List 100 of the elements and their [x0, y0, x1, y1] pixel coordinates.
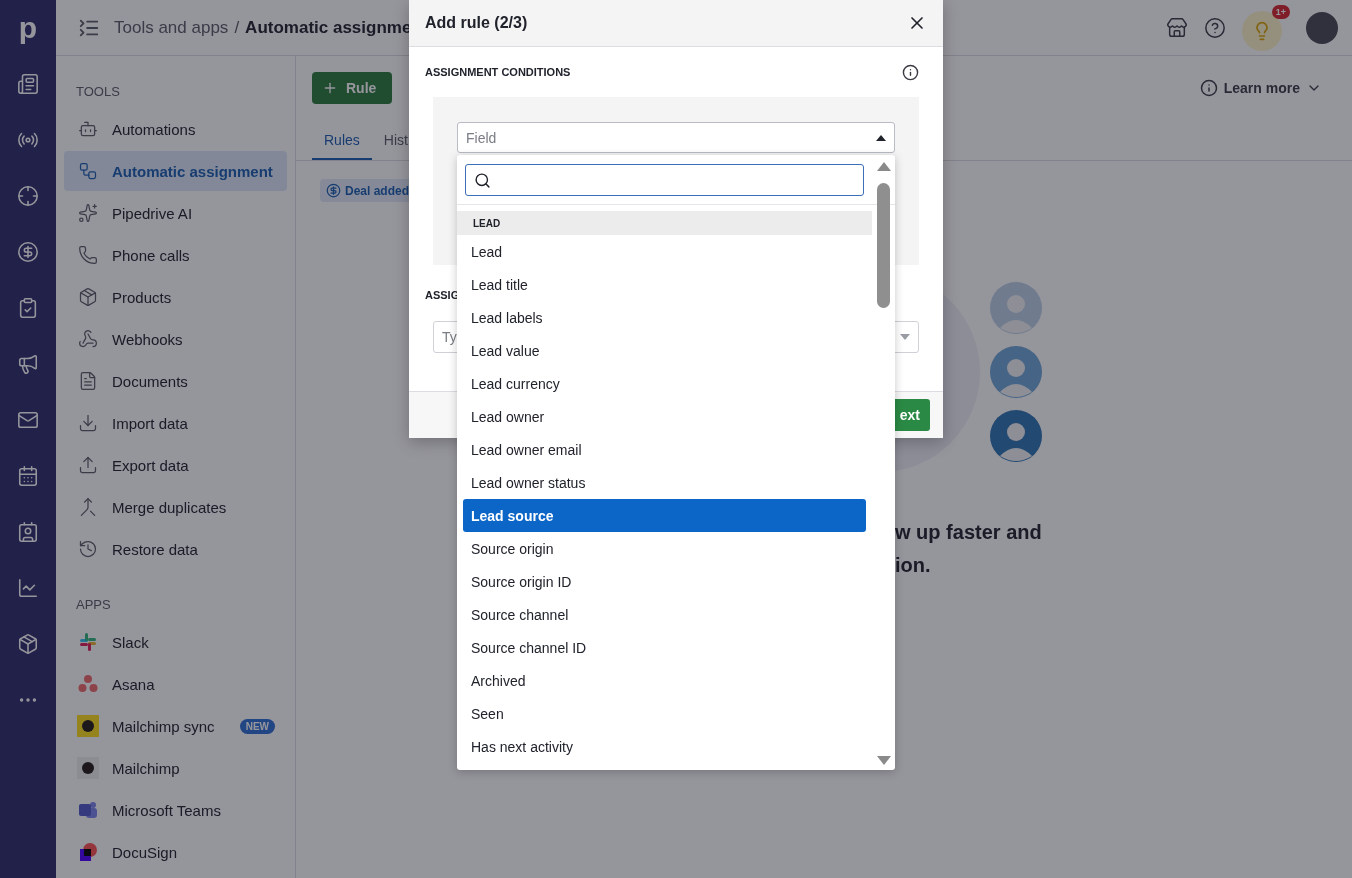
box-icon — [78, 287, 98, 307]
breadcrumb-separator: / — [234, 17, 240, 38]
hash-logo-icon — [77, 631, 99, 653]
page-title: Automatic assignme — [245, 17, 412, 38]
robot-icon — [78, 119, 98, 139]
headline-text: w up faster and — [895, 520, 1043, 545]
section-heading: TOOLS — [75, 83, 121, 101]
calendar-icon[interactable] — [17, 465, 39, 487]
dropdown-option[interactable]: Lead labels — [463, 301, 866, 334]
teams-logo-icon — [77, 799, 99, 821]
document-icon — [78, 371, 98, 391]
dropdown-option[interactable]: Lead owner — [463, 400, 866, 433]
dialog-title: Add rule (2/3) — [425, 14, 528, 32]
dropdown-option[interactable]: Lead source — [463, 499, 866, 532]
learn-more-button[interactable]: Learn more — [1193, 78, 1328, 98]
dropdown-option[interactable]: Lead owner email — [463, 433, 866, 466]
app-logo[interactable]: p — [18, 0, 38, 56]
new-badge: NEW — [239, 718, 275, 734]
info-icon — [1199, 79, 1218, 97]
dropdown-option[interactable]: Seen — [463, 697, 866, 730]
tab[interactable]: Rules — [312, 124, 372, 160]
scroll-up-icon[interactable] — [877, 162, 891, 171]
store-icon[interactable] — [1166, 16, 1188, 39]
dropdown-option[interactable]: Lead title — [463, 268, 866, 301]
sidebar-item[interactable]: Webhooks — [64, 319, 287, 359]
sidebar-label: Mailchimp — [112, 759, 180, 777]
sparkles-icon — [78, 203, 98, 223]
docusign-logo-icon — [77, 841, 99, 863]
webhook-icon — [78, 329, 98, 349]
dropdown-option[interactable]: Source channel — [463, 598, 866, 631]
leads-icon[interactable] — [17, 73, 39, 95]
person-avatar-drawing — [990, 282, 1042, 334]
sidebar-item[interactable]: Mailchimp — [64, 748, 287, 788]
scroll-down-icon[interactable] — [877, 756, 891, 765]
mail-icon[interactable] — [17, 409, 39, 431]
notification-badge: 1+ — [1271, 4, 1290, 19]
sidebar-item[interactable]: Microsoft Teams — [64, 790, 287, 830]
dropdown-option[interactable]: Source origin — [463, 532, 866, 565]
chip-label: Deal added — [345, 183, 410, 198]
sidebar-label: Slack — [112, 633, 149, 651]
add-rule-button[interactable]: Rule — [312, 72, 393, 104]
person-avatar-drawing — [990, 346, 1042, 398]
field-select[interactable]: Field — [457, 122, 895, 153]
sidebar-label: Mailchimp sync — [112, 717, 215, 735]
sidebar-label: Restore data — [112, 540, 198, 558]
sidebar-label: DocuSign — [112, 843, 178, 861]
dropdown-option[interactable]: Source origin ID — [463, 565, 866, 598]
sidebar-label: Phone calls — [112, 246, 190, 264]
sidebar-item[interactable]: Products — [64, 277, 287, 317]
clipboard-icon[interactable] — [17, 297, 39, 319]
sidebar-label: Products — [112, 288, 172, 306]
info-icon[interactable] — [902, 63, 919, 81]
sidebar-label: Webhooks — [112, 330, 183, 348]
headline-text: ion. — [895, 553, 932, 578]
search-field[interactable] — [465, 164, 864, 196]
dollar-icon[interactable] — [17, 241, 39, 263]
three-dots-logo-icon — [77, 673, 99, 695]
scrollbar-thumb[interactable] — [877, 183, 890, 308]
sidebar-label: Documents — [112, 372, 188, 390]
sidebar-label: Asana — [112, 675, 155, 693]
box-icon[interactable] — [17, 633, 39, 655]
dropdown-option[interactable]: Source channel ID — [463, 631, 866, 664]
sidebar-item[interactable]: Automations — [64, 109, 287, 149]
sidebar-item[interactable]: Slack — [64, 622, 287, 662]
dropdown-option[interactable]: Lead value — [463, 334, 866, 367]
sidebar-label: Merge duplicates — [112, 498, 227, 516]
sidebar-item[interactable]: Import data — [64, 403, 287, 443]
megaphone-icon[interactable] — [17, 353, 39, 375]
sidebar-item[interactable]: Asana — [64, 664, 287, 704]
dropdown-option[interactable]: Archived — [463, 664, 866, 697]
sidebar-label: Import data — [112, 414, 188, 432]
person-avatar-drawing — [990, 410, 1042, 462]
sidebar-item[interactable]: DocuSign — [64, 832, 287, 872]
plus-icon — [322, 80, 338, 96]
dropdown-option[interactable]: Has next activity — [463, 730, 866, 763]
dollar-icon — [326, 183, 341, 198]
sidebar-item[interactable]: Documents — [64, 361, 287, 401]
help-icon[interactable] — [1204, 16, 1226, 39]
sidebar-item[interactable]: Mailchimp sync NEW — [64, 706, 287, 746]
search-icon — [474, 171, 491, 189]
sidebar-item[interactable]: Export data — [64, 445, 287, 485]
sidebar-label: Automations — [112, 120, 196, 138]
section-heading: APPS — [75, 596, 112, 614]
sidebar-item[interactable]: Automatic assignment — [64, 151, 287, 191]
dropdown-option[interactable]: Lead — [463, 235, 866, 268]
sidebar-label: Automatic assignment — [112, 162, 273, 180]
dropdown-option[interactable]: Lead currency — [463, 367, 866, 400]
dropdown-option[interactable]: Lead owner status — [463, 466, 866, 499]
sidebar-label: Export data — [112, 456, 189, 474]
sidebar-item[interactable]: Pipedrive AI — [64, 193, 287, 233]
breadcrumb-link[interactable]: Tools and apps — [114, 17, 229, 38]
sidebar-item[interactable]: Phone calls — [64, 235, 287, 275]
user-avatar[interactable] — [1306, 11, 1338, 44]
contact-card-icon[interactable] — [17, 521, 39, 543]
sidebar-label: Pipedrive AI — [112, 204, 193, 222]
sidebar-item[interactable]: Restore data — [64, 529, 287, 569]
merge-icon — [78, 497, 98, 517]
chart-icon[interactable] — [17, 577, 39, 599]
target-icon[interactable] — [17, 185, 39, 207]
sidebar-item[interactable]: Merge duplicates — [64, 487, 287, 527]
